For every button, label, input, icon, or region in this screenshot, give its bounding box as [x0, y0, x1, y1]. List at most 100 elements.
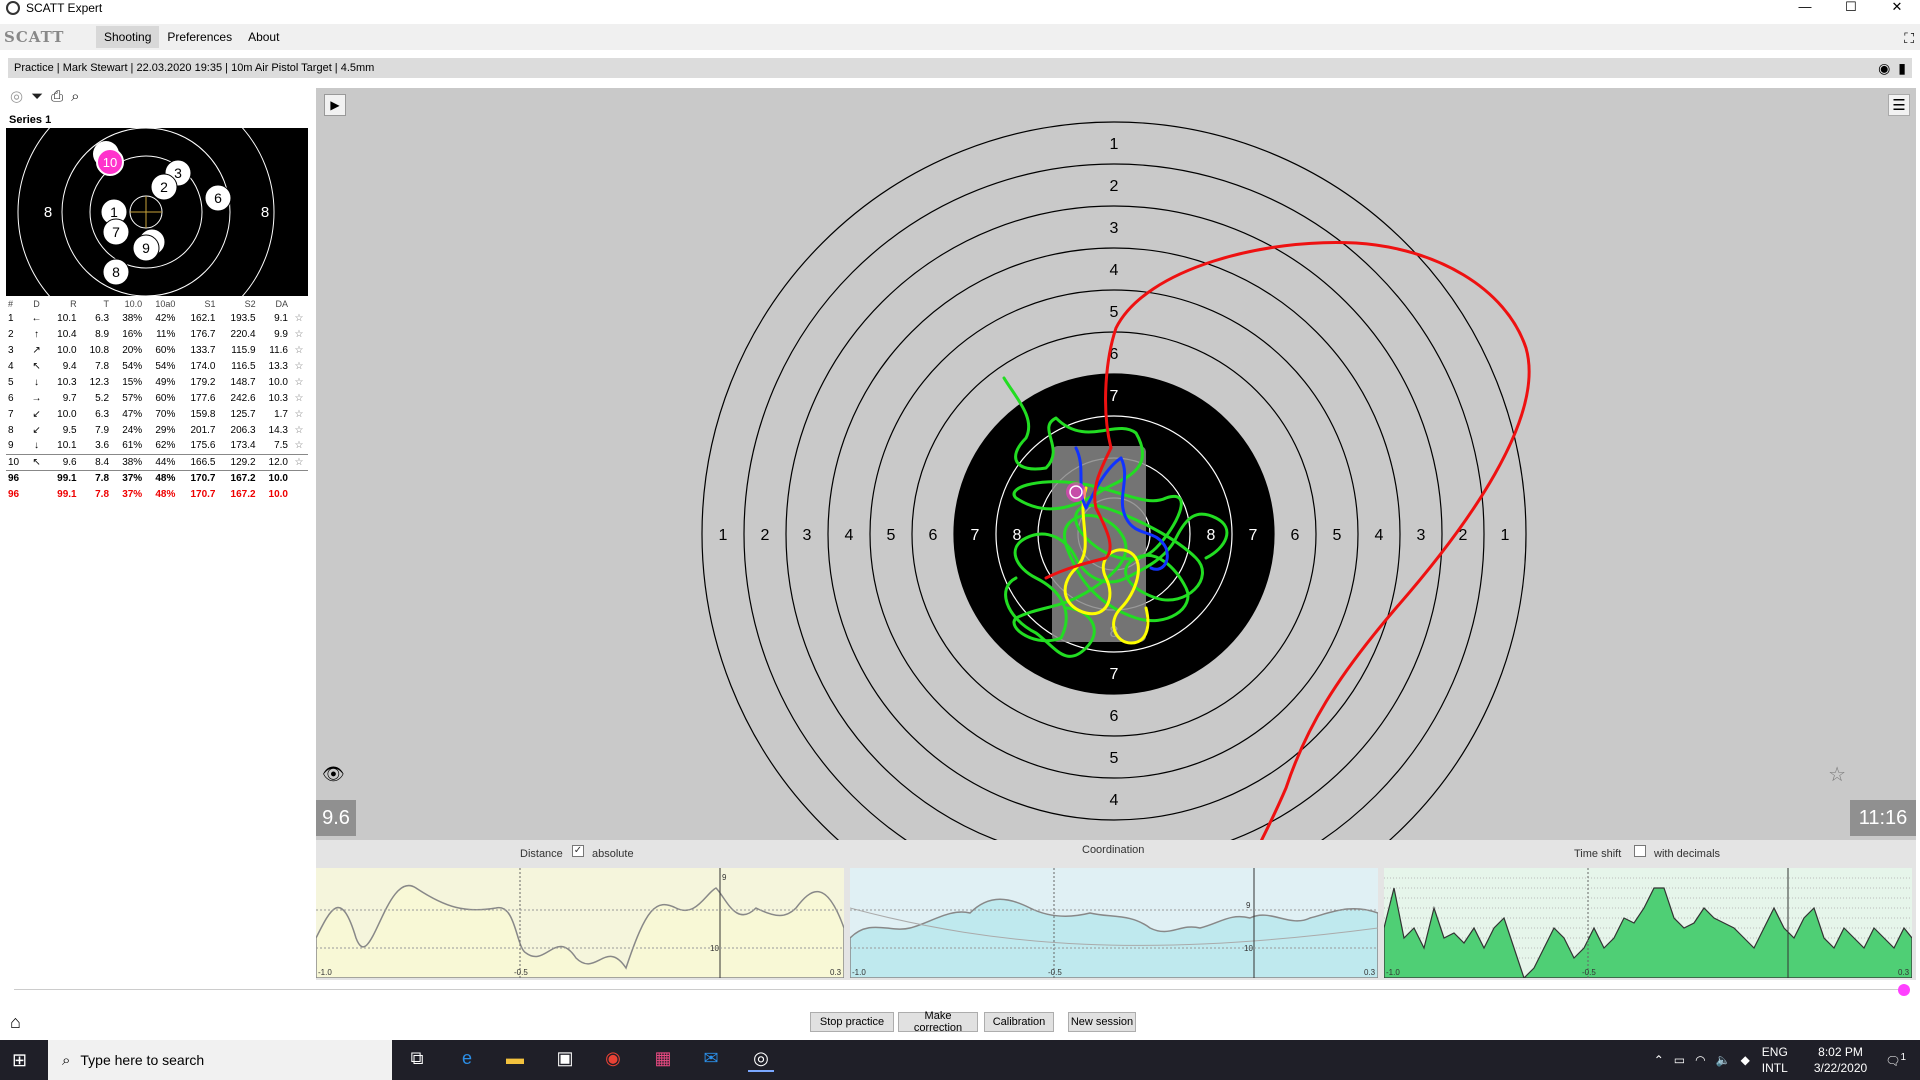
- eye-icon[interactable]: ◎: [10, 87, 23, 105]
- shot-row[interactable]: 2 ↑ 10.4 8.9 16% 11% 176.7 220.4 9.9 ☆: [6, 326, 308, 342]
- mini-shot-2: 2: [160, 179, 168, 195]
- menu-about[interactable]: About: [240, 26, 287, 48]
- shot-cell-da: 9.9: [274, 328, 288, 340]
- main-target-area[interactable]: 1112223334444555566667777888 ▶ ☰ 👁 ☆ 9.6…: [316, 88, 1916, 840]
- shot-star-icon[interactable]: ☆: [290, 438, 308, 454]
- distance-axis-mid: -0.5: [514, 968, 528, 977]
- maximize-button[interactable]: ☐: [1828, 0, 1874, 16]
- volume-icon[interactable]: 🔈: [1716, 1053, 1731, 1067]
- distance-graph[interactable]: 9 10 -1.0 -0.5 0.3: [316, 868, 844, 978]
- main-shot-marker: [1066, 482, 1086, 502]
- mini-shot-1: 1: [110, 204, 118, 220]
- shot-row[interactable]: 8 ↙ 9.5 7.9 24% 29% 201.7 206.3 14.3 ☆: [6, 422, 308, 438]
- absolute-checkbox[interactable]: ✓: [572, 845, 584, 858]
- col-time[interactable]: T: [79, 298, 111, 310]
- col-da[interactable]: DA: [258, 298, 290, 310]
- tray-chevron-icon[interactable]: ⌃: [1654, 1053, 1664, 1067]
- shot-star-icon[interactable]: ☆: [290, 406, 308, 422]
- col-s2[interactable]: S2: [217, 298, 257, 310]
- shot-star-icon[interactable]: ☆: [290, 342, 308, 358]
- decimals-checkbox[interactable]: [1634, 845, 1646, 858]
- language-indicator[interactable]: ENG INTL: [1762, 1044, 1788, 1076]
- mini-target[interactable]: 8 8 10 3 2 6 1 7 9 8: [6, 128, 308, 296]
- shot-star-icon[interactable]: ☆: [290, 326, 308, 342]
- distance-tick-10: 10: [710, 944, 719, 953]
- shot-star-icon[interactable]: ☆: [290, 374, 308, 390]
- session-info-text: Practice | Mark Stewart | 22.03.2020 19:…: [14, 62, 375, 74]
- shot-cell-s2: 220.4: [230, 328, 256, 340]
- total-cell-t: 7.8: [95, 472, 110, 484]
- wifi-icon[interactable]: ◠: [1695, 1053, 1705, 1067]
- calibration-button[interactable]: Calibration: [984, 1012, 1054, 1032]
- shot-star-icon[interactable]: ☆: [290, 358, 308, 374]
- shot-cell-n: 8: [8, 424, 14, 436]
- total-cell-s2: 167.2: [230, 472, 256, 484]
- hamburger-menu-icon[interactable]: ☰: [1888, 94, 1910, 116]
- shot-cell-r: 9.6: [46, 453, 79, 471]
- zoom-icon[interactable]: ⌕: [71, 88, 79, 105]
- timeline-slider[interactable]: [14, 984, 1910, 996]
- ring-label: 6: [929, 527, 938, 544]
- apps-grid-icon[interactable]: ▦: [650, 1048, 676, 1072]
- make-correction-button[interactable]: Make correction: [898, 1010, 978, 1034]
- timeline-handle[interactable]: [1898, 984, 1910, 996]
- shot-row[interactable]: 5 ↓ 10.3 12.3 15% 49% 179.2 148.7 10.0 ☆: [6, 374, 308, 390]
- shot-row[interactable]: 1 ← 10.1 6.3 38% 42% 162.1 193.5 9.1 ☆: [6, 310, 308, 326]
- bottom-bar: ⌂ Stop practice Make correction Calibrat…: [0, 1008, 1920, 1038]
- mail-icon[interactable]: ✉: [698, 1048, 724, 1072]
- minimize-button[interactable]: —: [1782, 0, 1828, 16]
- main-target[interactable]: 1112223334444555566667777888: [316, 88, 1916, 840]
- shot-cell-c10: 38%: [111, 453, 145, 471]
- col-s1[interactable]: S1: [177, 298, 217, 310]
- shot-row[interactable]: 10 ↖ 9.6 8.4 38% 44% 166.5 129.2 12.0 ☆: [6, 453, 308, 471]
- shot-row[interactable]: 7 ↙ 10.0 6.3 47% 70% 159.8 125.7 1.7 ☆: [6, 406, 308, 422]
- shot-row[interactable]: 6 → 9.7 5.2 57% 60% 177.6 242.6 10.3 ☆: [6, 390, 308, 406]
- task-view-icon[interactable]: ⧉: [404, 1048, 430, 1072]
- filter-icon[interactable]: ⏷: [31, 88, 43, 105]
- taskbar-clock[interactable]: 8:02 PM 3/22/2020: [1814, 1044, 1867, 1076]
- shot-row[interactable]: 3 ↗ 10.0 10.8 20% 60% 133.7 115.9 11.6 ☆: [6, 342, 308, 358]
- battery-tray-icon[interactable]: ▭: [1674, 1053, 1685, 1067]
- edge-browser-icon[interactable]: e: [454, 1048, 480, 1072]
- shot-star-icon[interactable]: ☆: [289, 453, 308, 471]
- col-10-0[interactable]: 10.0: [111, 298, 144, 310]
- timeshift-graph[interactable]: -1.0 -0.5 0.3: [1384, 868, 1912, 978]
- file-explorer-icon[interactable]: ▬: [502, 1048, 528, 1072]
- favorite-star-icon[interactable]: ☆: [1828, 762, 1846, 787]
- eye-toggle-icon[interactable]: 👁: [322, 764, 345, 785]
- col-result[interactable]: R: [46, 298, 78, 310]
- shot-cell-c10a0: 54%: [155, 360, 176, 372]
- shot-star-icon[interactable]: ☆: [290, 390, 308, 406]
- play-button[interactable]: ▶: [324, 94, 346, 116]
- home-icon[interactable]: ⌂: [10, 1012, 21, 1033]
- col-direction[interactable]: D: [27, 298, 46, 310]
- fullscreen-icon[interactable]: ⛶: [1904, 30, 1914, 47]
- shot-star-icon[interactable]: ☆: [290, 422, 308, 438]
- title-bar: SCATT Expert — ☐ ✕: [0, 0, 1920, 16]
- taskbar-search[interactable]: ⌕ Type here to search: [48, 1040, 392, 1080]
- shot-cell-s1: 177.6: [190, 392, 216, 404]
- shot-cell-s2: 115.9: [231, 344, 256, 356]
- stop-practice-button[interactable]: Stop practice: [810, 1012, 894, 1032]
- coordination-graph[interactable]: 9 10 -1.0 -0.5 0.3: [850, 868, 1378, 978]
- menu-shooting[interactable]: Shooting: [96, 26, 160, 48]
- close-button[interactable]: ✕: [1874, 0, 1920, 16]
- shot-row[interactable]: 9 ↓ 10.1 3.6 61% 62% 175.6 173.4 7.5 ☆: [6, 438, 308, 454]
- mini-shot-6: 6: [214, 190, 222, 206]
- shot-row[interactable]: 4 ↖ 9.4 7.8 54% 54% 174.0 116.5 13.3 ☆: [6, 358, 308, 374]
- hide-eye-icon[interactable]: ◉: [1878, 60, 1890, 77]
- store-icon[interactable]: ▣: [552, 1048, 578, 1072]
- windows-start-icon[interactable]: ⊞: [12, 1050, 27, 1071]
- scatt-taskbar-icon[interactable]: ◎: [748, 1048, 774, 1072]
- shot-cell-s1: 176.7: [190, 328, 216, 340]
- print-icon[interactable]: ⎙: [51, 88, 63, 105]
- shot-cell-r: 10.1: [57, 440, 77, 452]
- chrome-icon[interactable]: ◉: [600, 1048, 626, 1072]
- shot-star-icon[interactable]: ☆: [290, 310, 308, 326]
- col-10a0[interactable]: 10a0: [144, 298, 177, 310]
- new-session-button[interactable]: New session: [1068, 1012, 1136, 1032]
- col-number[interactable]: #: [6, 298, 27, 310]
- dropbox-icon[interactable]: ◆: [1741, 1053, 1750, 1067]
- menu-preferences[interactable]: Preferences: [159, 26, 240, 48]
- notifications-icon[interactable]: 🗨1: [1885, 1052, 1906, 1068]
